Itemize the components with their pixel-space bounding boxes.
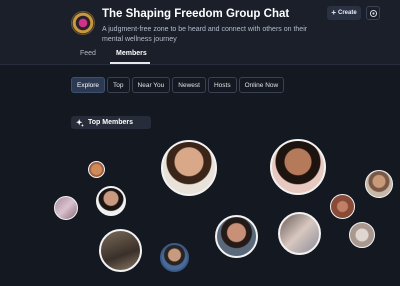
top-members-text: Top Members (88, 119, 133, 126)
settings-button[interactable] (366, 6, 380, 20)
create-label: Create (337, 10, 357, 16)
member-avatar[interactable] (54, 196, 78, 220)
filter-newest[interactable]: Newest (172, 77, 206, 93)
member-avatar[interactable] (161, 140, 217, 196)
member-avatar[interactable] (215, 215, 258, 258)
member-filters: Explore Top Near You Newest Hosts Online… (71, 77, 285, 93)
member-avatar[interactable] (96, 186, 126, 216)
member-avatar[interactable] (365, 170, 393, 198)
gear-icon (369, 9, 377, 17)
group-logo[interactable] (71, 11, 95, 35)
plus-icon: + (331, 8, 336, 17)
filter-explore[interactable]: Explore (71, 77, 106, 93)
member-avatar[interactable] (270, 139, 326, 195)
member-avatar[interactable] (160, 243, 189, 272)
member-avatar[interactable] (349, 222, 375, 248)
member-avatar[interactable] (330, 194, 355, 219)
tab-feed[interactable]: Feed (80, 50, 96, 57)
tab-bar: Feed Members (0, 44, 400, 64)
member-avatar[interactable] (278, 212, 321, 255)
sparkle-icon (76, 118, 84, 127)
top-members-label: Top Members (71, 116, 151, 129)
group-header: The Shaping Freedom Group Chat A judgmen… (0, 0, 400, 64)
filter-online-now[interactable]: Online Now (238, 77, 285, 93)
filter-near-you[interactable]: Near You (131, 77, 171, 93)
header-divider (0, 64, 400, 65)
member-avatar[interactable] (99, 229, 142, 272)
tab-members[interactable]: Members (116, 50, 147, 57)
member-avatar[interactable] (88, 161, 105, 178)
filter-hosts[interactable]: Hosts (207, 77, 237, 93)
filter-top[interactable]: Top (107, 77, 130, 93)
group-description: A judgment-free zone to be heard and con… (102, 26, 308, 43)
group-title: The Shaping Freedom Group Chat (102, 8, 290, 20)
create-button[interactable]: + Create (327, 6, 361, 20)
